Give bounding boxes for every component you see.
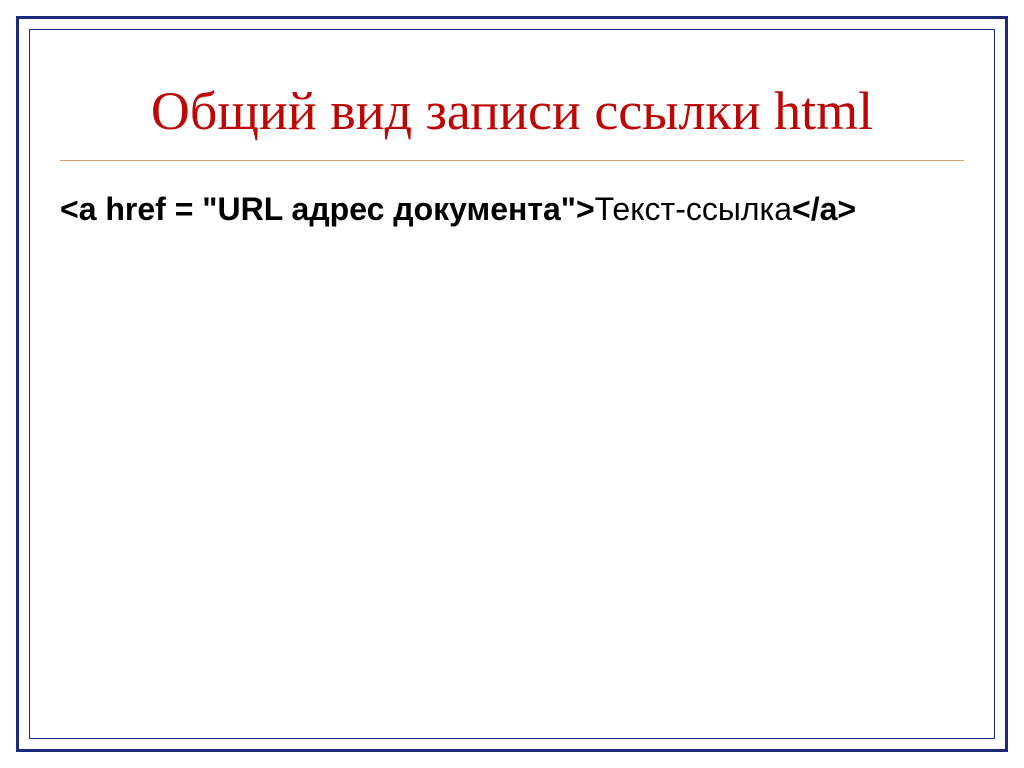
code-close-tag: </a>: [792, 191, 856, 227]
slide-title: Общий вид записи ссылки html: [60, 80, 964, 161]
code-example: <a href = "URL адрес документа">Текст-сс…: [60, 189, 964, 231]
code-open-tag: <a href = "URL адрес документа">: [60, 191, 595, 227]
outer-border: Общий вид записи ссылки html <a href = "…: [16, 16, 1008, 752]
inner-border: Общий вид записи ссылки html <a href = "…: [29, 29, 995, 739]
code-link-text: Текст-ссылка: [595, 191, 792, 227]
